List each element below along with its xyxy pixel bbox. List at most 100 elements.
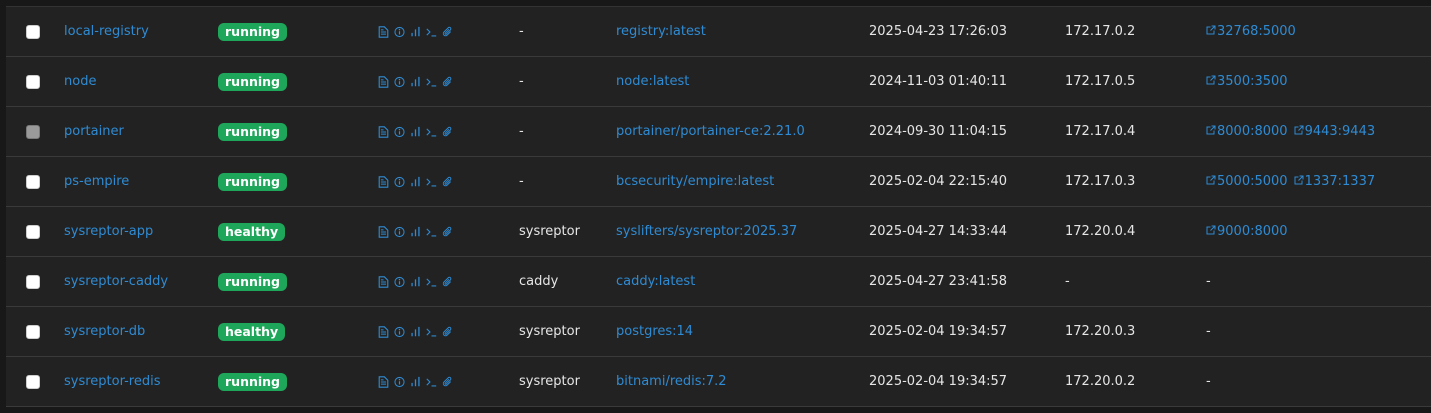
ip-address: 172.20.0.3 bbox=[1065, 324, 1136, 339]
stats-icon[interactable] bbox=[410, 276, 421, 288]
attach-icon[interactable] bbox=[442, 276, 453, 288]
container-name-link[interactable]: local-registry bbox=[64, 24, 149, 39]
created-timestamp: 2025-02-04 19:34:57 bbox=[869, 374, 1008, 389]
published-ports: - bbox=[1206, 357, 1211, 406]
console-icon[interactable] bbox=[426, 376, 437, 388]
inspect-icon[interactable] bbox=[394, 126, 405, 138]
image-link[interactable]: registry:latest bbox=[616, 24, 706, 39]
inspect-icon[interactable] bbox=[394, 26, 405, 38]
stats-icon[interactable] bbox=[410, 226, 421, 238]
console-icon[interactable] bbox=[426, 126, 437, 138]
image-link[interactable]: portainer/portainer-ce:2.21.0 bbox=[616, 124, 805, 139]
no-ports: - bbox=[1206, 324, 1211, 339]
published-port-link[interactable]: 8000:8000 bbox=[1206, 124, 1288, 139]
image-link[interactable]: syslifters/sysreptor:2025.37 bbox=[616, 224, 797, 239]
row-select-checkbox[interactable] bbox=[26, 224, 40, 239]
inspect-icon[interactable] bbox=[394, 326, 405, 338]
inspect-icon[interactable] bbox=[394, 376, 405, 388]
console-icon[interactable] bbox=[426, 226, 437, 238]
ip-address: 172.17.0.4 bbox=[1065, 124, 1136, 139]
logs-icon[interactable] bbox=[378, 75, 389, 88]
stack-name: sysreptor bbox=[519, 374, 580, 389]
published-ports: 3500:3500 bbox=[1206, 57, 1288, 106]
console-icon[interactable] bbox=[426, 326, 437, 338]
logs-icon[interactable] bbox=[378, 375, 389, 388]
external-link-icon bbox=[1206, 174, 1216, 189]
table-row: ps-empire running - bcsecurity/empire:la… bbox=[6, 157, 1431, 207]
logs-icon[interactable] bbox=[378, 225, 389, 238]
published-ports: 5000:5000 1337:1337 bbox=[1206, 157, 1375, 206]
attach-icon[interactable] bbox=[442, 176, 453, 188]
logs-icon[interactable] bbox=[378, 275, 389, 288]
attach-icon[interactable] bbox=[442, 76, 453, 88]
no-ports: - bbox=[1206, 374, 1211, 389]
logs-icon[interactable] bbox=[378, 125, 389, 138]
stats-icon[interactable] bbox=[410, 376, 421, 388]
image-link[interactable]: bcsecurity/empire:latest bbox=[616, 174, 774, 189]
stats-icon[interactable] bbox=[410, 26, 421, 38]
stats-icon[interactable] bbox=[410, 176, 421, 188]
attach-icon[interactable] bbox=[442, 226, 453, 238]
row-select-checkbox[interactable] bbox=[26, 374, 40, 389]
table-row: sysreptor-db healthy sysreptor postgres:… bbox=[6, 307, 1431, 357]
stack-name: - bbox=[519, 24, 524, 39]
row-select-checkbox[interactable] bbox=[26, 74, 40, 89]
stats-icon[interactable] bbox=[410, 326, 421, 338]
container-name-link[interactable]: sysreptor-db bbox=[64, 324, 145, 339]
published-port-link[interactable]: 9000:8000 bbox=[1206, 224, 1288, 239]
logs-icon[interactable] bbox=[378, 325, 389, 338]
inspect-icon[interactable] bbox=[394, 176, 405, 188]
container-name-link[interactable]: sysreptor-caddy bbox=[64, 274, 168, 289]
attach-icon[interactable] bbox=[442, 376, 453, 388]
status-badge: running bbox=[218, 22, 287, 41]
external-link-icon bbox=[1206, 124, 1216, 139]
console-icon[interactable] bbox=[426, 26, 437, 38]
published-port-link[interactable]: 1337:1337 bbox=[1294, 174, 1375, 189]
logs-icon[interactable] bbox=[378, 175, 389, 188]
row-select-checkbox[interactable] bbox=[26, 174, 40, 189]
inspect-icon[interactable] bbox=[394, 226, 405, 238]
created-timestamp: 2024-09-30 11:04:15 bbox=[869, 124, 1008, 139]
table-row: sysreptor-caddy running caddy caddy:late… bbox=[6, 257, 1431, 307]
attach-icon[interactable] bbox=[442, 26, 453, 38]
quick-actions bbox=[378, 257, 453, 306]
row-select-checkbox[interactable] bbox=[26, 24, 40, 39]
container-name-link[interactable]: portainer bbox=[64, 124, 124, 139]
inspect-icon[interactable] bbox=[394, 76, 405, 88]
console-icon[interactable] bbox=[426, 176, 437, 188]
stats-icon[interactable] bbox=[410, 76, 421, 88]
console-icon[interactable] bbox=[426, 76, 437, 88]
published-port-link[interactable]: 3500:3500 bbox=[1206, 74, 1288, 89]
inspect-icon[interactable] bbox=[394, 276, 405, 288]
quick-actions bbox=[378, 207, 453, 256]
published-ports: 8000:8000 9443:9443 bbox=[1206, 107, 1375, 156]
status-badge: healthy bbox=[218, 322, 286, 341]
logs-icon[interactable] bbox=[378, 25, 389, 38]
status-badge: running bbox=[218, 372, 287, 391]
published-port-link[interactable]: 5000:5000 bbox=[1206, 174, 1288, 189]
container-name-link[interactable]: sysreptor-redis bbox=[64, 374, 161, 389]
image-link[interactable]: node:latest bbox=[616, 74, 689, 89]
table-row: sysreptor-redis running sysreptor bitnam… bbox=[6, 357, 1431, 407]
image-link[interactable]: postgres:14 bbox=[616, 324, 693, 339]
published-port-link[interactable]: 9443:9443 bbox=[1294, 124, 1375, 139]
quick-actions bbox=[378, 7, 453, 56]
created-timestamp: 2025-04-27 23:41:58 bbox=[869, 274, 1008, 289]
container-name-link[interactable]: ps-empire bbox=[64, 174, 129, 189]
published-port-link[interactable]: 32768:5000 bbox=[1206, 24, 1296, 39]
attach-icon[interactable] bbox=[442, 326, 453, 338]
row-select-checkbox[interactable] bbox=[26, 324, 40, 339]
image-link[interactable]: caddy:latest bbox=[616, 274, 695, 289]
status-badge: running bbox=[218, 122, 287, 141]
created-timestamp: 2024-11-03 01:40:11 bbox=[869, 74, 1008, 89]
console-icon[interactable] bbox=[426, 276, 437, 288]
container-name-link[interactable]: sysreptor-app bbox=[64, 224, 153, 239]
stack-name: sysreptor bbox=[519, 224, 580, 239]
attach-icon[interactable] bbox=[442, 126, 453, 138]
container-name-link[interactable]: node bbox=[64, 74, 96, 89]
image-link[interactable]: bitnami/redis:7.2 bbox=[616, 374, 727, 389]
stats-icon[interactable] bbox=[410, 126, 421, 138]
table-row: local-registry running - registry:latest… bbox=[6, 7, 1431, 57]
quick-actions bbox=[378, 157, 453, 206]
row-select-checkbox[interactable] bbox=[26, 274, 40, 289]
